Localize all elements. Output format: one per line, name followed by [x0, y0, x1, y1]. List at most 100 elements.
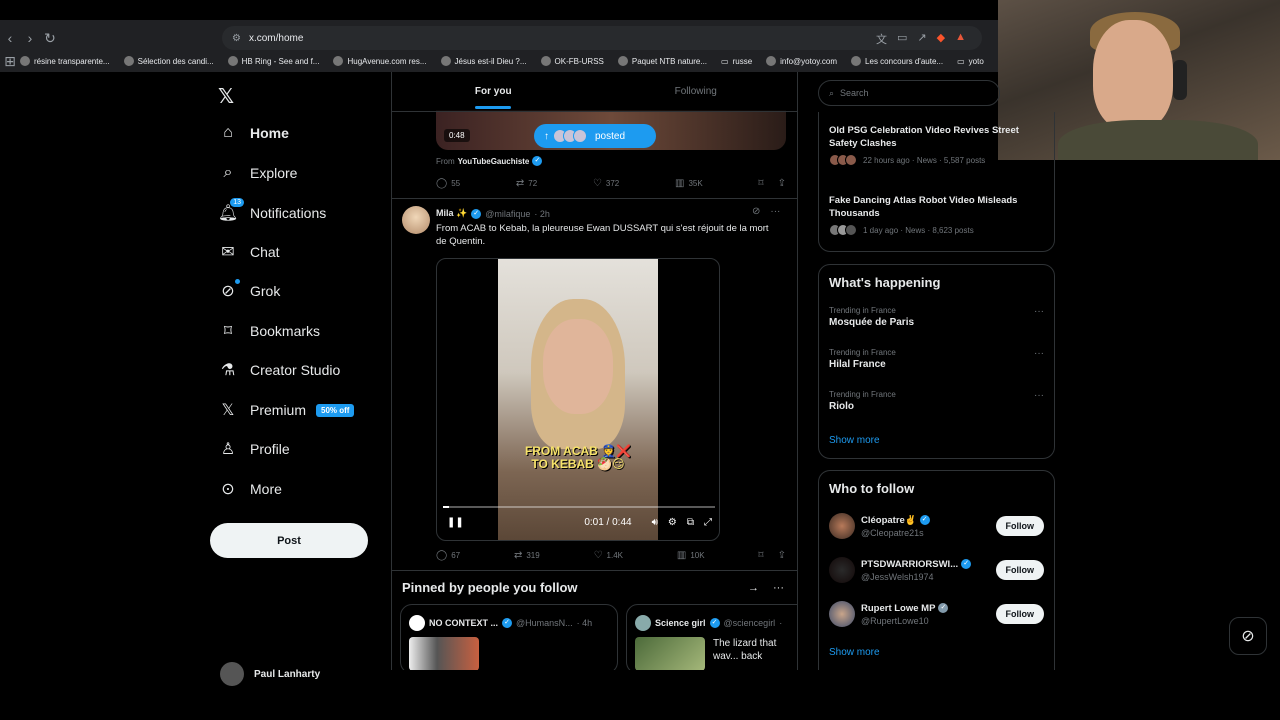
show-more-link[interactable]: Show more — [829, 435, 880, 446]
bookmark-favicon — [333, 56, 344, 66]
nav-chat[interactable]: ✉ Chat — [218, 239, 279, 265]
bookmark-favicon — [440, 56, 451, 66]
bookmark-post-button[interactable]: ⌑ ⇪ — [758, 550, 786, 561]
nav-notifications[interactable]: 🔔︎ 13 Notifications — [218, 198, 326, 226]
address-bar[interactable]: ⚙ x.com/home 文 ▭ ↗ ◆ ▲ — [222, 26, 982, 50]
reload-icon[interactable]: ↻ — [40, 28, 60, 48]
tab-for-you[interactable]: For you — [392, 72, 595, 111]
reply-icon: ◯ — [436, 550, 448, 561]
follow-button[interactable]: Follow — [995, 604, 1044, 624]
nav-more[interactable]: ⊙ More — [218, 476, 282, 502]
cast-icon[interactable]: ▭ — [897, 31, 907, 47]
more-icon[interactable]: ··· — [1034, 306, 1044, 317]
repost-button[interactable]: ⇄ 319 — [514, 550, 540, 561]
more-icon[interactable]: ··· — [770, 206, 780, 217]
bookmark-folder[interactable]: ▭ yoto — [957, 57, 984, 66]
nav-grok[interactable]: ⊘ Grok — [218, 278, 280, 304]
share-icon[interactable]: ⇪ — [778, 550, 786, 561]
share-icon[interactable]: ↗ — [917, 31, 926, 47]
avatar[interactable] — [402, 206, 430, 234]
unread-dot — [235, 279, 240, 284]
views-button[interactable]: ▥ 35K — [675, 178, 703, 189]
video-player[interactable]: FROM ACAB 👮❌ TO KEBAB 🥙😏 ❚❚ 0:01 / 0:44 … — [436, 258, 720, 541]
follow-suggestion[interactable]: Rupert Lowe MP ✓ @RupertLowe10 Follow — [829, 599, 1044, 629]
bookmark-post-button[interactable]: ⌑ ⇪ — [758, 178, 786, 189]
follow-suggestion[interactable]: Cléopatre✌️ ✓ @Cleopatre21s Follow — [829, 511, 1044, 541]
verified-icon: ✓ — [919, 515, 930, 525]
post-time[interactable]: · 2h — [534, 209, 550, 219]
more-circle-icon: ⊙ — [221, 481, 235, 498]
picture-in-picture-icon[interactable]: ⧉ — [687, 517, 694, 528]
search-input[interactable]: ⌕ Search — [818, 80, 1000, 106]
bookmark-item[interactable]: info@yotoy.com — [766, 56, 837, 66]
post-button[interactable]: Post — [210, 523, 368, 558]
tab-following[interactable]: Following — [595, 72, 798, 111]
reply-button[interactable]: ◯ 55 — [436, 178, 460, 189]
video-frame: FROM ACAB 👮❌ TO KEBAB 🥙😏 — [498, 259, 658, 540]
pause-icon[interactable]: ❚❚ — [447, 517, 464, 528]
bookmark-item[interactable]: OK-FB-URSS — [540, 56, 604, 66]
bookmark-item[interactable]: Les concours d'aute... — [851, 56, 943, 66]
trend-item[interactable]: Trending in France Riolo ··· — [829, 390, 1044, 412]
author-handle[interactable]: @milafique — [485, 209, 530, 219]
from-name[interactable]: YouTubeGauchiste — [458, 157, 530, 166]
posted-avatars — [553, 129, 587, 143]
apps-icon[interactable]: ⊞ — [0, 52, 20, 70]
more-icon[interactable]: ··· — [1034, 348, 1044, 359]
trend-item[interactable]: Trending in France Mosquée de Paris ··· — [829, 306, 1044, 328]
new-posts-pill[interactable]: ↑ posted — [534, 124, 656, 148]
news-item[interactable]: Fake Dancing Atlas Robot Video Misleads … — [829, 194, 1049, 236]
more-icon[interactable]: ··· — [773, 582, 784, 594]
settings-icon[interactable]: ⚙ — [668, 517, 677, 528]
bookmark-item[interactable]: HugAvenue.com res... — [333, 56, 427, 66]
like-button[interactable]: ♡ 372 — [593, 178, 619, 189]
nav-bookmarks[interactable]: ⌑ Bookmarks — [218, 318, 320, 344]
account-switcher[interactable]: Paul Lanharty — [220, 662, 320, 686]
nav-explore[interactable]: ⌕ Explore — [218, 160, 298, 186]
pinned-card[interactable]: NO CONTEXT ... ✓ @HumansN... · 4h — [400, 604, 618, 670]
show-more-link[interactable]: Show more — [829, 647, 880, 658]
reply-button[interactable]: ◯ 67 — [436, 550, 460, 561]
bookmark-item[interactable]: Paquet NTB nature... — [617, 56, 707, 66]
arrow-right-icon[interactable]: → — [748, 582, 759, 594]
fullscreen-icon[interactable]: ⤢ — [704, 517, 712, 528]
bookmark-item[interactable]: HB Ring - See and f... — [227, 56, 319, 66]
share-icon[interactable]: ⇪ — [778, 178, 786, 189]
site-info-icon[interactable]: ⚙ — [232, 33, 241, 44]
bookmark-item[interactable]: résine transparente... — [20, 56, 110, 66]
follow-suggestion[interactable]: PTSDWARRIORSWI... ✓ @JessWelsh1974 Follow — [829, 555, 1044, 585]
brave-shield-icon[interactable]: ◆ — [937, 31, 945, 47]
nav-premium[interactable]: 𝕏 Premium 50% off — [218, 397, 355, 423]
repost-button[interactable]: ⇄ 72 — [516, 178, 537, 189]
back-icon[interactable]: ‹ — [0, 28, 20, 48]
grok-icon[interactable]: ⊘ — [752, 206, 760, 217]
trend-item[interactable]: Trending in France Hilal France ··· — [829, 348, 1044, 370]
nav-profile[interactable]: ♙ Profile — [218, 436, 290, 462]
bookmark-item[interactable]: Sélection des candi... — [123, 56, 214, 66]
user-info: Rupert Lowe MP ✓ @RupertLowe10 — [861, 603, 981, 626]
brave-rewards-icon[interactable]: ▲ — [955, 31, 966, 47]
news-item[interactable]: Old PSG Celebration Video Revives Street… — [829, 124, 1049, 166]
follow-button[interactable]: Follow — [995, 560, 1044, 580]
bookmark-folder[interactable]: ▭ russe — [721, 57, 752, 66]
more-icon[interactable]: ··· — [1034, 390, 1044, 401]
follow-button[interactable]: Follow — [995, 516, 1044, 536]
news-meta: 22 hours ago · News · 5,587 posts — [829, 154, 1049, 166]
translate-icon[interactable]: 文 — [876, 31, 887, 47]
like-button[interactable]: ♡ 1.4K — [594, 550, 623, 561]
nav-home[interactable]: ⌂ Home — [218, 120, 289, 146]
video-progress-bar[interactable] — [443, 506, 715, 508]
author-name[interactable]: Mila ✨ — [436, 208, 467, 219]
divider — [392, 570, 797, 571]
grok-icon[interactable]: ⊘ — [1229, 617, 1267, 655]
volume-icon[interactable]: 🔊︎ — [652, 517, 658, 528]
browser-toolbar: ‹ › ↻ ⚙ x.com/home 文 ▭ ↗ ◆ ▲ — [0, 24, 1000, 52]
bookmark-item[interactable]: Jésus est-il Dieu ?... — [440, 56, 527, 66]
nav-creator-studio[interactable]: ⚗ Creator Studio — [218, 357, 340, 383]
news-avatars — [829, 224, 857, 236]
pinned-card[interactable]: Science girl ✓ @sciencegirl · The lizard… — [626, 604, 797, 670]
user-name: Rupert Lowe MP — [861, 602, 936, 614]
x-logo-icon[interactable]: 𝕏 — [218, 84, 234, 109]
forward-icon[interactable]: › — [20, 28, 40, 48]
views-button[interactable]: ▥ 10K — [677, 550, 705, 561]
